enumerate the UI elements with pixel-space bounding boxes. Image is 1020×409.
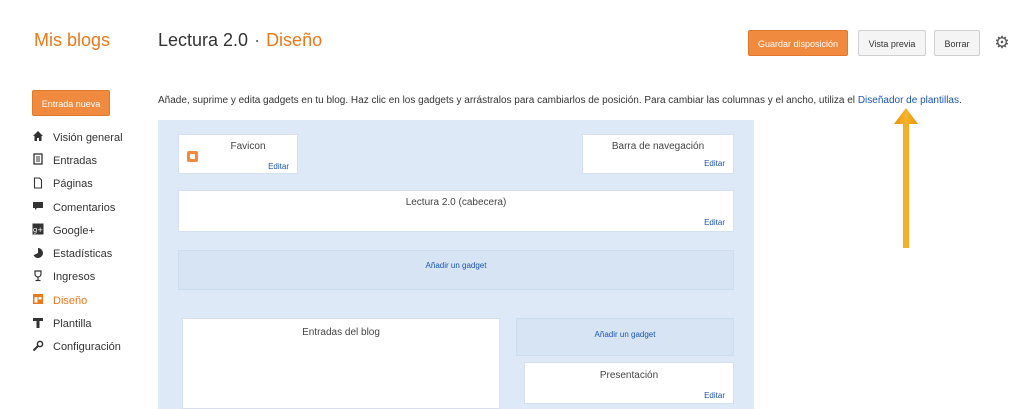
sidebar-item-label: Entradas: [53, 154, 98, 167]
my-blogs-link[interactable]: Mis blogs: [34, 30, 110, 51]
section-name: Diseño: [266, 30, 323, 50]
google-plus-icon: g+: [30, 223, 46, 238]
sidebar-item-earnings[interactable]: Ingresos: [30, 266, 146, 289]
presentation-gadget[interactable]: Presentación Editar: [524, 362, 734, 404]
add-gadget-link[interactable]: Añadir un gadget: [517, 330, 733, 339]
blog-posts-gadget[interactable]: Entradas del blog: [182, 318, 500, 409]
header-gadget[interactable]: Lectura 2.0 (cabecera) Editar: [178, 190, 734, 232]
template-icon: [30, 317, 46, 332]
sidebar-item-settings[interactable]: Configuración: [30, 336, 146, 359]
trophy-icon: [30, 270, 46, 285]
delete-button[interactable]: Borrar: [934, 30, 980, 56]
template-designer-link[interactable]: Diseñador de plantillas: [858, 95, 959, 106]
gadget-name: Presentación: [599, 370, 659, 381]
instructions-end: .: [958, 95, 962, 106]
blogger-icon: [187, 151, 198, 162]
preview-button[interactable]: Vista previa: [858, 30, 926, 56]
sidebar-item-posts[interactable]: Entradas: [30, 149, 146, 172]
sidebar-item-google-plus[interactable]: g+ Google+: [30, 219, 146, 242]
edit-link[interactable]: Editar: [268, 162, 289, 171]
sidebar-item-overview[interactable]: Visión general: [30, 126, 146, 149]
add-gadget-link[interactable]: Añadir un gadget: [179, 261, 733, 270]
sidebar-item-label: Estadísticas: [53, 248, 113, 261]
sidebar-item-label: Google+: [53, 224, 95, 237]
edit-link[interactable]: Editar: [704, 159, 725, 168]
sidebar-item-label: Comentarios: [53, 201, 116, 214]
sidebar-item-label: Páginas: [53, 178, 93, 191]
top-bar: Mis blogs Lectura 2.0 · Diseño Guardar dis…: [0, 0, 1020, 86]
navbar-gadget[interactable]: Barra de navegación Editar: [582, 134, 734, 174]
gadget-name: Lectura 2.0 (cabecera): [405, 197, 507, 208]
gadget-name: Barra de navegación: [611, 141, 705, 152]
annotation-arrow: [894, 108, 918, 248]
favicon-gadget[interactable]: Favicon Editar: [178, 134, 298, 174]
layout-icon: [30, 293, 46, 308]
sidebar-item-label: Diseño: [53, 294, 88, 307]
sidebar-item-stats[interactable]: Estadísticas: [30, 242, 146, 265]
svg-text:g+: g+: [33, 226, 43, 234]
sidebar-item-label: Configuración: [53, 341, 121, 354]
gadget-name: Entradas del blog: [302, 327, 380, 338]
sidebar-item-label: Visión general: [53, 131, 123, 144]
title-separator: ·: [254, 30, 261, 50]
home-icon: [30, 130, 46, 145]
gear-icon[interactable]: ⚙: [988, 28, 1016, 58]
comment-icon: [30, 200, 46, 215]
sidebar-item-label: Ingresos: [53, 271, 96, 284]
instructions-text: Añade, suprime y edita gadgets en tu blo…: [158, 95, 858, 106]
page-title: Lectura 2.0 · Diseño: [158, 30, 322, 51]
wrench-icon: [30, 340, 46, 355]
posts-icon: [30, 153, 46, 168]
new-post-button[interactable]: Entrada nueva: [32, 90, 110, 116]
edit-link[interactable]: Editar: [704, 218, 725, 227]
layout-instructions: Añade, suprime y edita gadgets en tu blo…: [158, 95, 1016, 106]
stats-icon: [30, 247, 46, 262]
sidebar: Visión general Entradas Páginas Comentar…: [30, 126, 146, 359]
sidebar-item-layout[interactable]: Diseño: [30, 289, 146, 312]
edit-link[interactable]: Editar: [704, 391, 725, 400]
sidebar-item-comments[interactable]: Comentarios: [30, 196, 146, 219]
sidebar-item-template[interactable]: Plantilla: [30, 312, 146, 335]
layout-panel: Favicon Editar Barra de navegación Edita…: [158, 120, 754, 409]
gadget-name: Favicon: [230, 141, 266, 152]
blog-name[interactable]: Lectura 2.0: [158, 30, 248, 50]
save-layout-button[interactable]: Guardar disposición: [748, 30, 848, 56]
sidebar-item-pages[interactable]: Páginas: [30, 173, 146, 196]
add-gadget-sidebar-area[interactable]: Añadir un gadget: [516, 318, 734, 356]
add-gadget-area[interactable]: Añadir un gadget: [178, 250, 734, 290]
sidebar-item-label: Plantilla: [53, 318, 92, 331]
page-icon: [30, 177, 46, 192]
